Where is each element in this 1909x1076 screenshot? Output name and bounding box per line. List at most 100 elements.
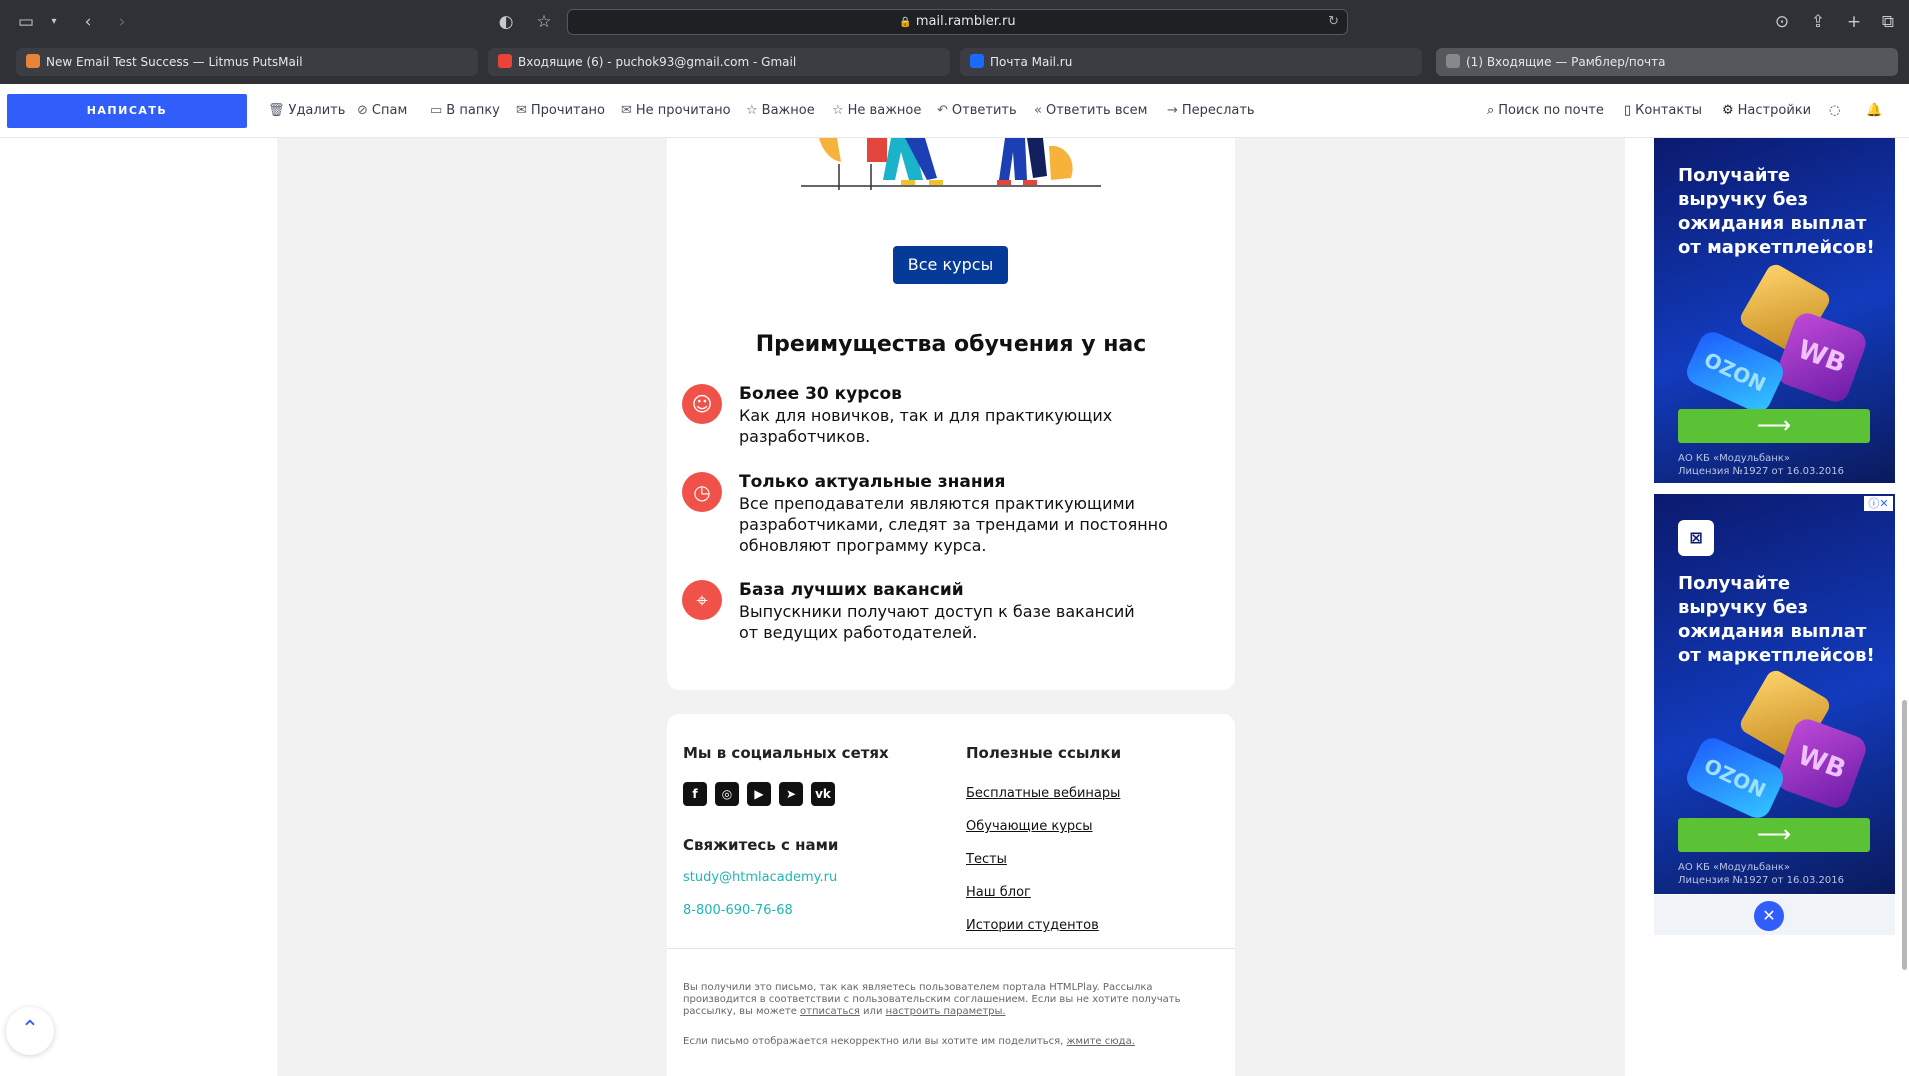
important-button[interactable]: ☆ Важное: [746, 102, 815, 120]
bookmark-star-icon[interactable]: ☆: [532, 10, 556, 34]
forward-label: Переслать: [1181, 103, 1255, 118]
reply-button[interactable]: ↶ Ответить: [937, 102, 1017, 120]
view-online-link[interactable]: жмите сюда.: [1067, 1036, 1135, 1047]
browser-chrome: ▭ ▾ ‹ › ◐ ☆ 🔒 mail.rambler.ru ↻ ⊙ ⇪ + ⧉ N…: [0, 0, 1909, 84]
target-icon: ⌖: [682, 580, 722, 620]
youtube-icon[interactable]: ▶: [747, 782, 771, 806]
clock-icon: ◷: [682, 472, 722, 512]
unsubscribe-link[interactable]: отписаться: [800, 1006, 860, 1017]
scrollbar-thumb[interactable]: [1902, 700, 1907, 970]
legal-text: Если письмо отображается некорректно или…: [683, 1036, 1067, 1047]
ad-info-close-icon[interactable]: ⓘ✕: [1864, 496, 1893, 511]
ad-headline: Получайте выручку без ожидания выплат от…: [1678, 165, 1875, 258]
sidebar-toggle-icon[interactable]: ▭: [14, 10, 38, 34]
ad-banner-bottom[interactable]: ⊠ Получайте выручку без ожидания выплат …: [1654, 494, 1895, 894]
telegram-icon[interactable]: ➤: [779, 782, 803, 806]
tab-label: New Email Test Success — Litmus PutsMail: [46, 55, 303, 69]
mail-toolbar: НАПИСАТЬ 🗑 Удалить ⊘ Спам ▭ В папку ✉ Прочит…: [0, 84, 1909, 138]
move-to-folder-button[interactable]: ▭ В папку: [430, 102, 500, 120]
facebook-icon[interactable]: f: [683, 782, 707, 806]
social-title: Мы в социальных сетях: [683, 744, 889, 762]
bank-logo-icon: ⊠: [1678, 520, 1714, 556]
contacts-button[interactable]: ▯ Контакты: [1624, 102, 1702, 120]
ad-bank-name: АО КБ «Модульбанк»: [1678, 453, 1791, 464]
rambler-favicon-icon: [1446, 54, 1460, 68]
scroll-to-top-chevron-up-icon[interactable]: ⌃: [6, 1007, 54, 1055]
ad-arrow-button[interactable]: ⟶: [1678, 818, 1870, 852]
not-important-button[interactable]: ☆ Не важное: [832, 102, 921, 120]
lock-icon: 🔒: [899, 17, 912, 28]
star-crossed-icon: ☆: [832, 103, 844, 118]
browser-toolbar: ▭ ▾ ‹ › ◐ ☆ 🔒 mail.rambler.ru ↻ ⊙ ⇪ + ⧉: [0, 0, 1909, 44]
forward-icon[interactable]: ›: [110, 10, 134, 34]
feature-text: Все преподаватели являются практикующими…: [739, 494, 1168, 555]
delete-label: Удалить: [288, 103, 346, 118]
address-bar[interactable]: 🔒 mail.rambler.ru ↻: [567, 9, 1348, 35]
forward-arrow-icon: →: [1167, 103, 1178, 118]
ad-license: Лицензия №1927 от 16.03.2016: [1678, 875, 1844, 886]
mailru-favicon-icon: [970, 54, 984, 68]
link-student-stories[interactable]: Истории студентов: [966, 918, 1099, 933]
reply-all-button[interactable]: «Ответить всем: [1034, 102, 1147, 120]
link-courses[interactable]: Обучающие курсы: [966, 819, 1093, 834]
mark-unread-label: Не прочитано: [635, 103, 731, 118]
reply-label: Ответить: [951, 103, 1017, 118]
trash-icon: 🗑: [268, 103, 285, 118]
contact-email-link[interactable]: study@htmlacademy.ru: [683, 870, 837, 885]
view-online-notice: Если письмо отображается некорректно или…: [683, 1036, 1223, 1048]
links-title: Полезные ссылки: [966, 744, 1122, 762]
tab-litmus[interactable]: New Email Test Success — Litmus PutsMail: [16, 48, 478, 76]
gear-icon: ⚙: [1722, 103, 1734, 118]
feature-item: ◷ Только актуальные знания Все преподава…: [682, 472, 1222, 562]
tab-gmail[interactable]: Входящие (6) - puchok93@gmail.com - Gmai…: [488, 48, 950, 76]
compose-button[interactable]: НАПИСАТЬ: [7, 94, 247, 128]
link-blog[interactable]: Наш блог: [966, 885, 1031, 900]
star-icon: ☆: [746, 103, 758, 118]
spam-button[interactable]: ⊘ Спам: [357, 102, 407, 120]
tab-overview-icon[interactable]: ⧉: [1876, 10, 1900, 34]
ad-banner-top[interactable]: Получайте выручку без ожидания выплат от…: [1654, 138, 1895, 483]
forward-button[interactable]: → Переслать: [1167, 102, 1255, 120]
reload-icon[interactable]: ↻: [1328, 10, 1339, 34]
reply-all-label: Ответить всем: [1045, 103, 1148, 118]
litmus-favicon-icon: [26, 54, 40, 68]
settings-link[interactable]: настроить параметры.: [886, 1006, 1006, 1017]
delete-button[interactable]: 🗑 Удалить: [268, 102, 345, 120]
back-icon[interactable]: ‹: [76, 10, 100, 34]
link-webinars[interactable]: Бесплатные вебинары: [966, 786, 1120, 801]
not-important-label: Не важное: [847, 103, 922, 118]
share-icon[interactable]: ⇪: [1806, 10, 1830, 34]
ad-arrow-button[interactable]: ⟶: [1678, 409, 1870, 443]
ad-close-icon[interactable]: ✕: [1754, 901, 1784, 931]
chevron-down-icon[interactable]: ▾: [42, 10, 66, 34]
mark-read-button[interactable]: ✉ Прочитано: [516, 102, 605, 120]
ad-headline: Получайте выручку без ожидания выплат от…: [1678, 573, 1875, 666]
move-label: В папку: [446, 103, 500, 118]
settings-button[interactable]: ⚙ Настройки: [1722, 102, 1811, 120]
tab-mailru[interactable]: Почта Mail.ru: [960, 48, 1422, 76]
mark-unread-button[interactable]: ✉ Не прочитано: [621, 102, 731, 120]
vk-icon[interactable]: vk: [811, 782, 835, 806]
instagram-icon[interactable]: ◎: [715, 782, 739, 806]
tab-rambler[interactable]: (1) Входящие — Рамблер/почта: [1436, 48, 1898, 76]
feature-heading: Более 30 курсов: [739, 384, 902, 404]
new-tab-icon[interactable]: +: [1842, 10, 1866, 34]
all-courses-button[interactable]: Все курсы: [893, 246, 1008, 284]
privacy-shield-icon[interactable]: ◐: [494, 10, 518, 34]
search-icon: ⌕: [1487, 103, 1495, 118]
link-tests[interactable]: Тесты: [966, 852, 1007, 867]
spam-label: Спам: [371, 103, 408, 118]
tips-lightbulb-icon[interactable]: ◌: [1829, 102, 1840, 120]
contact-phone-link[interactable]: 8-800-690-76-68: [683, 903, 793, 918]
folder-icon: ▭: [430, 103, 443, 118]
mark-read-label: Прочитано: [530, 103, 606, 118]
mail-search-button[interactable]: ⌕ Поиск по почте: [1487, 102, 1604, 120]
spam-icon: ⊘: [357, 103, 368, 118]
reply-icon: ↶: [937, 103, 948, 118]
contacts-label: Контакты: [1635, 103, 1703, 118]
tab-label: (1) Входящие — Рамблер/почта: [1466, 55, 1666, 69]
download-icon[interactable]: ⊙: [1770, 10, 1794, 34]
url-text: mail.rambler.ru: [915, 14, 1016, 29]
notifications-bell-icon[interactable]: 🔔: [1866, 102, 1882, 120]
left-panel: [0, 138, 256, 1076]
